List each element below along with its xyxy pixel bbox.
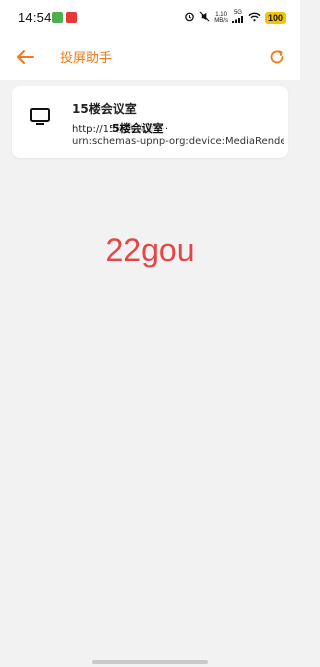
app-bar: 投屏助手 (0, 36, 300, 80)
watermark: 22gou (105, 232, 195, 268)
refresh-button[interactable] (264, 44, 290, 70)
wifi-icon (248, 12, 261, 25)
device-url-overlay: 5楼会议室 (112, 120, 164, 136)
cellular-signal-icon: 5G (231, 10, 244, 26)
page-title: 投屏助手 (60, 51, 113, 66)
app-notification-icon (52, 12, 63, 23)
app-notification-icon (66, 12, 77, 23)
status-time: 14:54 (18, 10, 52, 25)
back-button[interactable] (12, 44, 38, 70)
device-name: 15楼会议室 (72, 102, 137, 116)
mute-icon (199, 11, 210, 25)
device-url: http://15楼会议室 ··· (72, 120, 284, 135)
status-indicators: 1.10 MB/s 5G 100 (184, 10, 286, 26)
tv-icon (30, 108, 50, 130)
alarm-icon (184, 11, 195, 25)
arrow-left-icon (17, 50, 34, 64)
network-speed: 1.10 MB/s (214, 12, 228, 24)
device-type: urn:schemas-upnp-org:device:MediaRendere… (72, 136, 284, 147)
battery-indicator: 100 (264, 12, 286, 24)
device-list-item[interactable]: 15楼会议室 http://15楼会议室 ··· 5楼会议室 urn:schem… (12, 86, 288, 158)
refresh-icon (270, 50, 284, 64)
home-indicator[interactable] (92, 660, 208, 664)
status-bar: 14:54 1.10 MB/s 5G 100 (0, 0, 300, 36)
